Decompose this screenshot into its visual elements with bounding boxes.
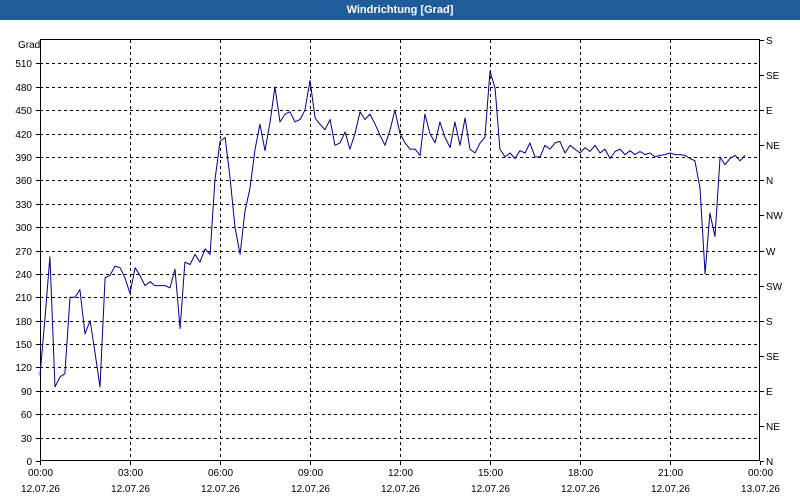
y-tick-label: 210	[15, 293, 32, 304]
x-tick-time: 15:00	[478, 468, 503, 479]
y2-tick-label: SE	[766, 352, 780, 363]
x-tick-time: 00:00	[28, 468, 53, 479]
y-tick-label: 360	[15, 176, 32, 187]
x-tick-time: 09:00	[298, 468, 323, 479]
y-tick-label: 390	[15, 153, 32, 164]
series-line	[39, 70, 746, 388]
x-tick-date: 12.07.26	[21, 484, 60, 495]
x-tick-time: 06:00	[208, 468, 233, 479]
y-tick-label: 60	[21, 410, 33, 421]
y2-tick-label: E	[766, 387, 773, 398]
x-tick-date: 12.07.26	[651, 484, 690, 495]
x-tick-time: 12:00	[388, 468, 413, 479]
y2-tick-label: E	[766, 106, 773, 117]
grid-lines	[40, 40, 760, 461]
y-tick-label: 300	[15, 223, 32, 234]
y-tick-label: 0	[26, 457, 32, 468]
y-tick-label: 480	[15, 83, 32, 94]
y2-tick-label: S	[766, 317, 773, 328]
y2-tick-label: NW	[766, 211, 783, 222]
y-tick-label: 120	[15, 363, 32, 374]
y2-tick-label: NE	[766, 141, 780, 152]
y-tick-label: 510	[15, 59, 32, 70]
y-tick-label: 240	[15, 270, 32, 281]
x-tick-date: 13.07.26	[741, 484, 780, 495]
x-tick-date: 12.07.26	[471, 484, 510, 495]
y-axis: 0 30 60 90 120 150 180 210 240 270 300 330 360 390 420…	[15, 59, 40, 468]
y-tick-label: 30	[21, 434, 33, 445]
y2-tick-label: NE	[766, 422, 780, 433]
x-tick-date: 12.07.26	[291, 484, 330, 495]
y-tick-label: 90	[21, 387, 33, 398]
y2-tick-label: N	[766, 176, 773, 187]
x-tick-date: 12.07.26	[201, 484, 240, 495]
x-tick-date: 12.07.26	[561, 484, 600, 495]
y-axis-label: Grad	[18, 40, 40, 51]
x-tick-time: 03:00	[118, 468, 143, 479]
y2-tick-label: S	[766, 36, 773, 47]
x-tick-time: 18:00	[568, 468, 593, 479]
y-tick-label: 150	[15, 340, 32, 351]
y2-axis: N NE E SE S SW W NW N NE E SE S	[760, 36, 783, 468]
chart-canvas: 0 30 60 90 120 150 180 210 240 270 300 330 360 390 420…	[15, 36, 783, 495]
y-tick-label: 420	[15, 130, 32, 141]
x-tick-date: 12.07.26	[111, 484, 150, 495]
y-tick-label: 450	[15, 106, 32, 117]
y2-tick-label: W	[766, 247, 776, 258]
y2-tick-label: SW	[766, 282, 783, 293]
x-axis: 00:00 12.07.26 03:00 12.07.26 06:00 12.07.26 0…	[21, 461, 780, 495]
x-tick-time: 21:00	[658, 468, 683, 479]
chart-title: Windrichtung [Grad]	[0, 0, 800, 20]
x-tick-time: 00:00	[748, 468, 773, 479]
y-tick-label: 180	[15, 317, 32, 328]
y-tick-label: 270	[15, 247, 32, 258]
y2-tick-label: N	[766, 457, 773, 468]
series-layer	[39, 70, 746, 388]
x-tick-date: 12.07.26	[381, 484, 420, 495]
y-tick-label: 330	[15, 200, 32, 211]
y2-tick-label: SE	[766, 71, 780, 82]
